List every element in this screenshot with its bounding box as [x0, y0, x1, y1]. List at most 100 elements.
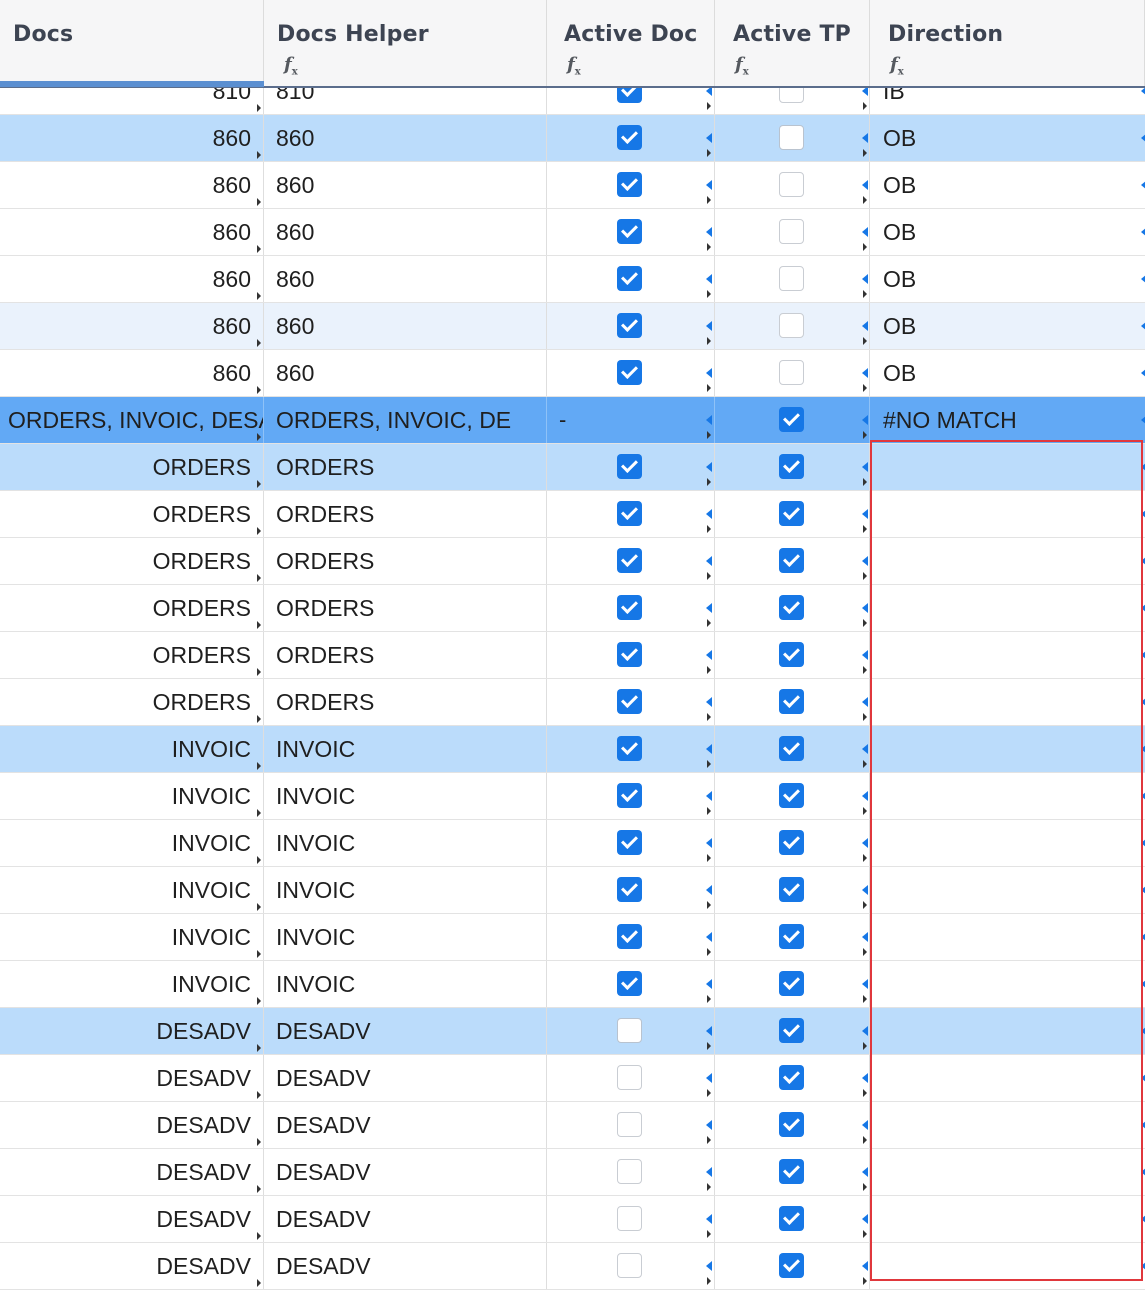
cell-docs[interactable]: ORDERS: [0, 679, 264, 725]
group-row[interactable]: ORDERS, INVOIC, DESADVORDERS, INVOIC, DE…: [0, 397, 1145, 444]
cell-active-tp[interactable]: [715, 538, 870, 584]
checkbox-checked[interactable]: [617, 689, 642, 714]
cell-active-tp[interactable]: [715, 1149, 870, 1195]
cell-active-tp[interactable]: [715, 115, 870, 161]
cell-active-tp[interactable]: [715, 726, 870, 772]
cell-docs-helper[interactable]: INVOIC: [264, 820, 547, 866]
table-row[interactable]: INVOIC INVOIC: [0, 961, 1145, 1008]
cell-docs[interactable]: INVOIC: [0, 914, 264, 960]
cell-active-doc[interactable]: [547, 632, 715, 678]
cell-direction[interactable]: [870, 585, 1145, 631]
cell-active-doc[interactable]: [547, 444, 715, 490]
cell-docs-helper[interactable]: INVOIC: [264, 914, 547, 960]
column-header-docs[interactable]: Docs: [0, 0, 264, 86]
cell-docs[interactable]: ORDERS: [0, 491, 264, 537]
checkbox-checked[interactable]: [779, 830, 804, 855]
table-row[interactable]: DESADV DESADV: [0, 1196, 1145, 1243]
table-row[interactable]: DESADV DESADV: [0, 1149, 1145, 1196]
cell-active-tp[interactable]: [715, 585, 870, 631]
cell-docs[interactable]: 860: [0, 162, 264, 208]
cell-direction[interactable]: [870, 1055, 1145, 1101]
cell-docs-helper[interactable]: 860: [264, 303, 547, 349]
cell-docs-helper[interactable]: ORDERS: [264, 632, 547, 678]
checkbox-checked[interactable]: [779, 1253, 804, 1278]
cell-direction[interactable]: OB: [870, 162, 1145, 208]
cell-active-doc[interactable]: [547, 491, 715, 537]
cell-active-tp[interactable]: [715, 1243, 870, 1289]
checkbox-unchecked[interactable]: [617, 1018, 642, 1043]
cell-active-tp[interactable]: [715, 679, 870, 725]
column-header-active-doc[interactable]: Active Doc fx: [547, 0, 715, 86]
table-row[interactable]: ORDERS ORDERS: [0, 491, 1145, 538]
table-row[interactable]: 860 860 OB: [0, 350, 1145, 397]
cell-docs-helper[interactable]: DESADV: [264, 1196, 547, 1242]
cell-active-doc[interactable]: [547, 350, 715, 396]
cell-active-tp[interactable]: [715, 820, 870, 866]
cell-active-doc[interactable]: [547, 303, 715, 349]
checkbox-unchecked[interactable]: [779, 266, 804, 291]
cell-active-tp[interactable]: [715, 397, 870, 443]
cell-docs-helper[interactable]: 860: [264, 209, 547, 255]
cell-direction[interactable]: [870, 538, 1145, 584]
cell-docs-helper[interactable]: ORDERS: [264, 585, 547, 631]
checkbox-checked[interactable]: [779, 924, 804, 949]
cell-docs[interactable]: INVOIC: [0, 773, 264, 819]
cell-active-doc[interactable]: [547, 820, 715, 866]
cell-direction[interactable]: [870, 1196, 1145, 1242]
checkbox-checked[interactable]: [617, 924, 642, 949]
checkbox-checked[interactable]: [779, 548, 804, 573]
cell-direction[interactable]: [870, 820, 1145, 866]
cell-direction[interactable]: OB: [870, 209, 1145, 255]
checkbox-unchecked[interactable]: [617, 1253, 642, 1278]
cell-docs-helper[interactable]: ORDERS: [264, 491, 547, 537]
checkbox-checked[interactable]: [617, 736, 642, 761]
checkbox-checked[interactable]: [617, 501, 642, 526]
cell-direction[interactable]: [870, 491, 1145, 537]
checkbox-checked[interactable]: [779, 736, 804, 761]
checkbox-unchecked[interactable]: [779, 219, 804, 244]
cell-docs-helper[interactable]: DESADV: [264, 1055, 547, 1101]
cell-docs-helper[interactable]: INVOIC: [264, 773, 547, 819]
checkbox-checked[interactable]: [779, 971, 804, 996]
checkbox-checked[interactable]: [779, 689, 804, 714]
table-row[interactable]: INVOIC INVOIC: [0, 867, 1145, 914]
cell-active-tp[interactable]: [715, 303, 870, 349]
checkbox-checked[interactable]: [617, 266, 642, 291]
cell-direction[interactable]: [870, 444, 1145, 490]
checkbox-unchecked[interactable]: [779, 172, 804, 197]
checkbox-checked[interactable]: [779, 501, 804, 526]
checkbox-checked[interactable]: [779, 595, 804, 620]
table-row[interactable]: ORDERS ORDERS: [0, 538, 1145, 585]
checkbox-checked[interactable]: [779, 1159, 804, 1184]
cell-docs-helper[interactable]: DESADV: [264, 1102, 547, 1148]
table-row[interactable]: DESADV DESADV: [0, 1055, 1145, 1102]
checkbox-checked[interactable]: [617, 454, 642, 479]
cell-active-tp[interactable]: [715, 1055, 870, 1101]
cell-active-tp[interactable]: [715, 961, 870, 1007]
checkbox-checked[interactable]: [617, 830, 642, 855]
cell-direction[interactable]: [870, 961, 1145, 1007]
cell-active-doc[interactable]: [547, 1008, 715, 1054]
checkbox-checked[interactable]: [617, 172, 642, 197]
cell-active-doc[interactable]: [547, 961, 715, 1007]
table-row[interactable]: ORDERS ORDERS: [0, 679, 1145, 726]
cell-docs-helper[interactable]: 860: [264, 162, 547, 208]
cell-docs-helper[interactable]: INVOIC: [264, 961, 547, 1007]
checkbox-checked[interactable]: [617, 971, 642, 996]
table-row[interactable]: 860 860 OB: [0, 209, 1145, 256]
cell-active-doc[interactable]: [547, 162, 715, 208]
table-row[interactable]: ORDERS ORDERS: [0, 585, 1145, 632]
cell-active-doc[interactable]: [547, 209, 715, 255]
checkbox-checked[interactable]: [779, 1112, 804, 1137]
checkbox-unchecked[interactable]: [617, 1159, 642, 1184]
cell-docs[interactable]: DESADV: [0, 1196, 264, 1242]
cell-active-doc[interactable]: [547, 115, 715, 161]
table-row[interactable]: ORDERS ORDERS: [0, 632, 1145, 679]
cell-docs-helper[interactable]: 860: [264, 115, 547, 161]
checkbox-unchecked[interactable]: [617, 1112, 642, 1137]
checkbox-checked[interactable]: [617, 360, 642, 385]
cell-active-tp[interactable]: [715, 350, 870, 396]
cell-active-doc[interactable]: [547, 585, 715, 631]
cell-docs[interactable]: DESADV: [0, 1243, 264, 1289]
cell-active-tp[interactable]: [715, 1102, 870, 1148]
